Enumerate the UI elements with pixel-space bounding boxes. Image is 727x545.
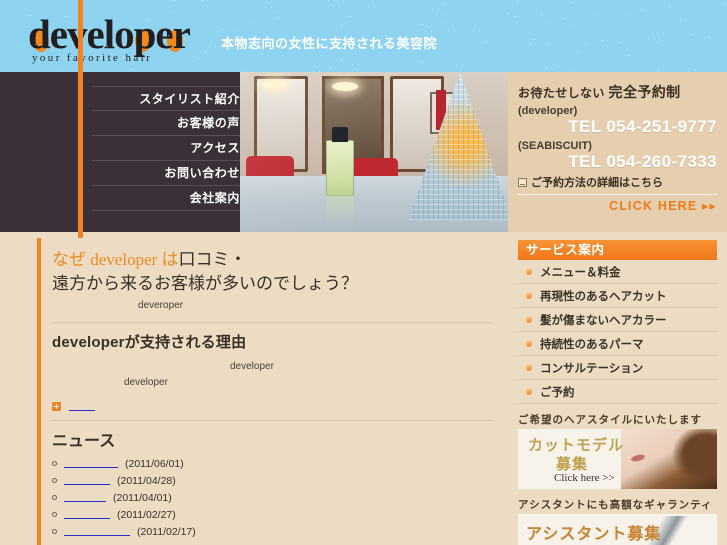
dot-bullet-icon	[526, 341, 532, 347]
header-catchcopy: 本物志向の女性に支持される美容院	[221, 33, 437, 52]
news-date: (2011/06/01)	[125, 458, 184, 470]
lead-heading-accent: なぜ developer は	[52, 250, 179, 269]
sidebar-item-reservation[interactable]: ご予約	[518, 380, 717, 404]
sidebar-item-haircolor[interactable]: 髪が傷まないヘアカラー	[518, 308, 717, 332]
lead-heading-rest: 口コミ・	[179, 250, 247, 269]
dot-bullet-icon	[526, 317, 532, 323]
reservation-detail-label: ご予約方法の詳細はこちら	[531, 174, 663, 190]
circle-bullet-icon	[52, 478, 57, 483]
sidebar-item-label: コンサルテーション	[540, 360, 643, 376]
promo-banner-cut-model[interactable]: カットモデル 募集 Click here >>	[518, 429, 717, 489]
right-sidebar: サービス案内 メニュー＆料金 再現性のあるヘアカット 髪が傷まないヘアカラー 持…	[508, 232, 727, 545]
hero-photo	[240, 72, 508, 232]
news-date: (2011/04/28)	[117, 475, 176, 487]
circle-bullet-icon	[52, 529, 57, 534]
info-divider	[518, 194, 717, 195]
lead-heading-line2: 遠方から来るお客様が多いのでしょう？	[52, 274, 358, 293]
logo-wordmark: developer	[28, 12, 190, 56]
news-heading: ニュース	[52, 427, 492, 451]
model-face-image	[621, 429, 717, 489]
reservation-headline-strong: 完全予約制	[609, 84, 681, 100]
dot-bullet-icon	[526, 269, 532, 275]
sidebar-item-label: 髪が傷まないヘアカラー	[540, 312, 667, 328]
sidebar-item-label: ご予約	[540, 384, 575, 400]
nav-item-stylists[interactable]: スタイリスト紹介	[92, 86, 240, 111]
news-list: (2011/06/01) (2011/04/28) (2011/04/01) (…	[52, 455, 492, 540]
ghost-text-3: developer	[124, 377, 168, 388]
circle-bullet-icon	[52, 461, 57, 466]
promo2-caption: アシスタントにも高額なギャランティ	[518, 497, 717, 512]
reservation-info-panel: お待たせしない 完全予約制 (developer) TEL 054-251-97…	[508, 72, 727, 232]
content-divider-1	[52, 322, 492, 323]
news-date: (2011/04/01)	[113, 492, 172, 504]
circle-bullet-icon	[52, 512, 57, 517]
read-more-row[interactable]	[52, 398, 492, 414]
promo-banner-assistant[interactable]: アシスタント募集	[518, 514, 717, 545]
dot-bullet-icon	[526, 389, 532, 395]
news-item[interactable]: (2011/02/27)	[52, 506, 492, 523]
nav-item-voices[interactable]: お客様の声	[92, 111, 240, 136]
sidebar-item-perm[interactable]: 持続性のあるパーマ	[518, 332, 717, 356]
news-item[interactable]: (2011/04/28)	[52, 472, 492, 489]
document-icon	[518, 178, 527, 187]
promo1-line1: カットモデル	[528, 434, 624, 455]
sidebar-item-label: 再現性のあるヘアカット	[540, 288, 667, 304]
site-header: developer your favorite hair 本物志向の女性に支持さ…	[0, 0, 727, 72]
service-menu-heading: サービス案内	[518, 240, 717, 260]
news-item[interactable]: (2011/06/01)	[52, 455, 492, 472]
reservation-detail-link[interactable]: ご予約方法の詳細はこちら	[518, 174, 717, 190]
news-item[interactable]: (2011/04/01)	[52, 489, 492, 506]
promo1-cta[interactable]: Click here >>	[554, 472, 615, 484]
page-root: developer your favorite hair 本物志向の女性に支持さ…	[0, 0, 727, 545]
news-link[interactable]	[64, 459, 118, 468]
promo1-caption: ご希望のヘアスタイルにいたします	[518, 412, 717, 427]
sidebar-item-haircut[interactable]: 再現性のあるヘアカット	[518, 284, 717, 308]
plus-icon	[52, 402, 61, 411]
read-more-link[interactable]	[69, 402, 95, 411]
accent-stripe-top	[78, 0, 83, 238]
nav-item-contact[interactable]: お問い合わせ	[92, 161, 240, 186]
sidebar-item-label: メニュー＆料金	[540, 264, 621, 280]
dot-bullet-icon	[526, 365, 532, 371]
main-nav: スタイリスト紹介 お客様の声 アクセス お問い合わせ 会社案内	[92, 86, 240, 211]
news-item[interactable]: (2011/02/17)	[52, 523, 492, 540]
nav-item-company[interactable]: 会社案内	[92, 186, 240, 211]
ghost-text-row-2: developer	[52, 361, 492, 377]
news-date: (2011/02/17)	[137, 526, 196, 538]
shop2-telephone: TEL 054-260-7333	[518, 152, 717, 172]
news-link[interactable]	[64, 510, 110, 519]
circle-bullet-icon	[52, 495, 57, 500]
ghost-text-row-1: deveroper	[52, 300, 492, 316]
news-link[interactable]	[64, 527, 130, 536]
logo-tagline: your favorite hair	[32, 52, 152, 64]
site-logo[interactable]: developer your favorite hair	[28, 14, 228, 66]
sub-heading: developerが支持される理由	[52, 331, 492, 352]
accent-stripe-main	[37, 238, 41, 545]
sub-heading-latin: developer	[52, 334, 125, 351]
ghost-text-2: developer	[230, 361, 274, 372]
promo2-line1: アシスタント募集	[526, 520, 661, 544]
news-date: (2011/02/27)	[117, 509, 176, 521]
click-here-button[interactable]: CLICK HERE ▸▸	[518, 198, 717, 213]
sidebar-item-menu-price[interactable]: メニュー＆料金	[518, 260, 717, 284]
reservation-headline-normal: お待たせしない	[518, 86, 609, 100]
shop1-label: (developer)	[518, 105, 717, 117]
reservation-headline: お待たせしない 完全予約制	[518, 82, 717, 102]
shop2-label: (SEABISCUIT)	[518, 140, 717, 152]
main-content: なぜ developer は口コミ・ 遠方から来るお客様が多いのでしょう？ de…	[0, 238, 508, 545]
sidebar-item-consultation[interactable]: コンサルテーション	[518, 356, 717, 380]
lead-heading: なぜ developer は口コミ・ 遠方から来るお客様が多いのでしょう？	[52, 248, 492, 296]
shop1-telephone: TEL 054-251-9777	[518, 117, 717, 137]
news-link[interactable]	[64, 493, 106, 502]
sidebar-item-label: 持続性のあるパーマ	[540, 336, 644, 352]
dot-bullet-icon	[526, 293, 532, 299]
ghost-text-1: deveroper	[138, 300, 183, 311]
ghost-text-row-3: developer	[52, 377, 492, 393]
content-divider-2	[52, 420, 492, 421]
promo1-line2: 募集	[556, 453, 588, 474]
news-link[interactable]	[64, 476, 110, 485]
nav-item-access[interactable]: アクセス	[92, 136, 240, 161]
sub-heading-rest: が支持される理由	[125, 334, 247, 351]
